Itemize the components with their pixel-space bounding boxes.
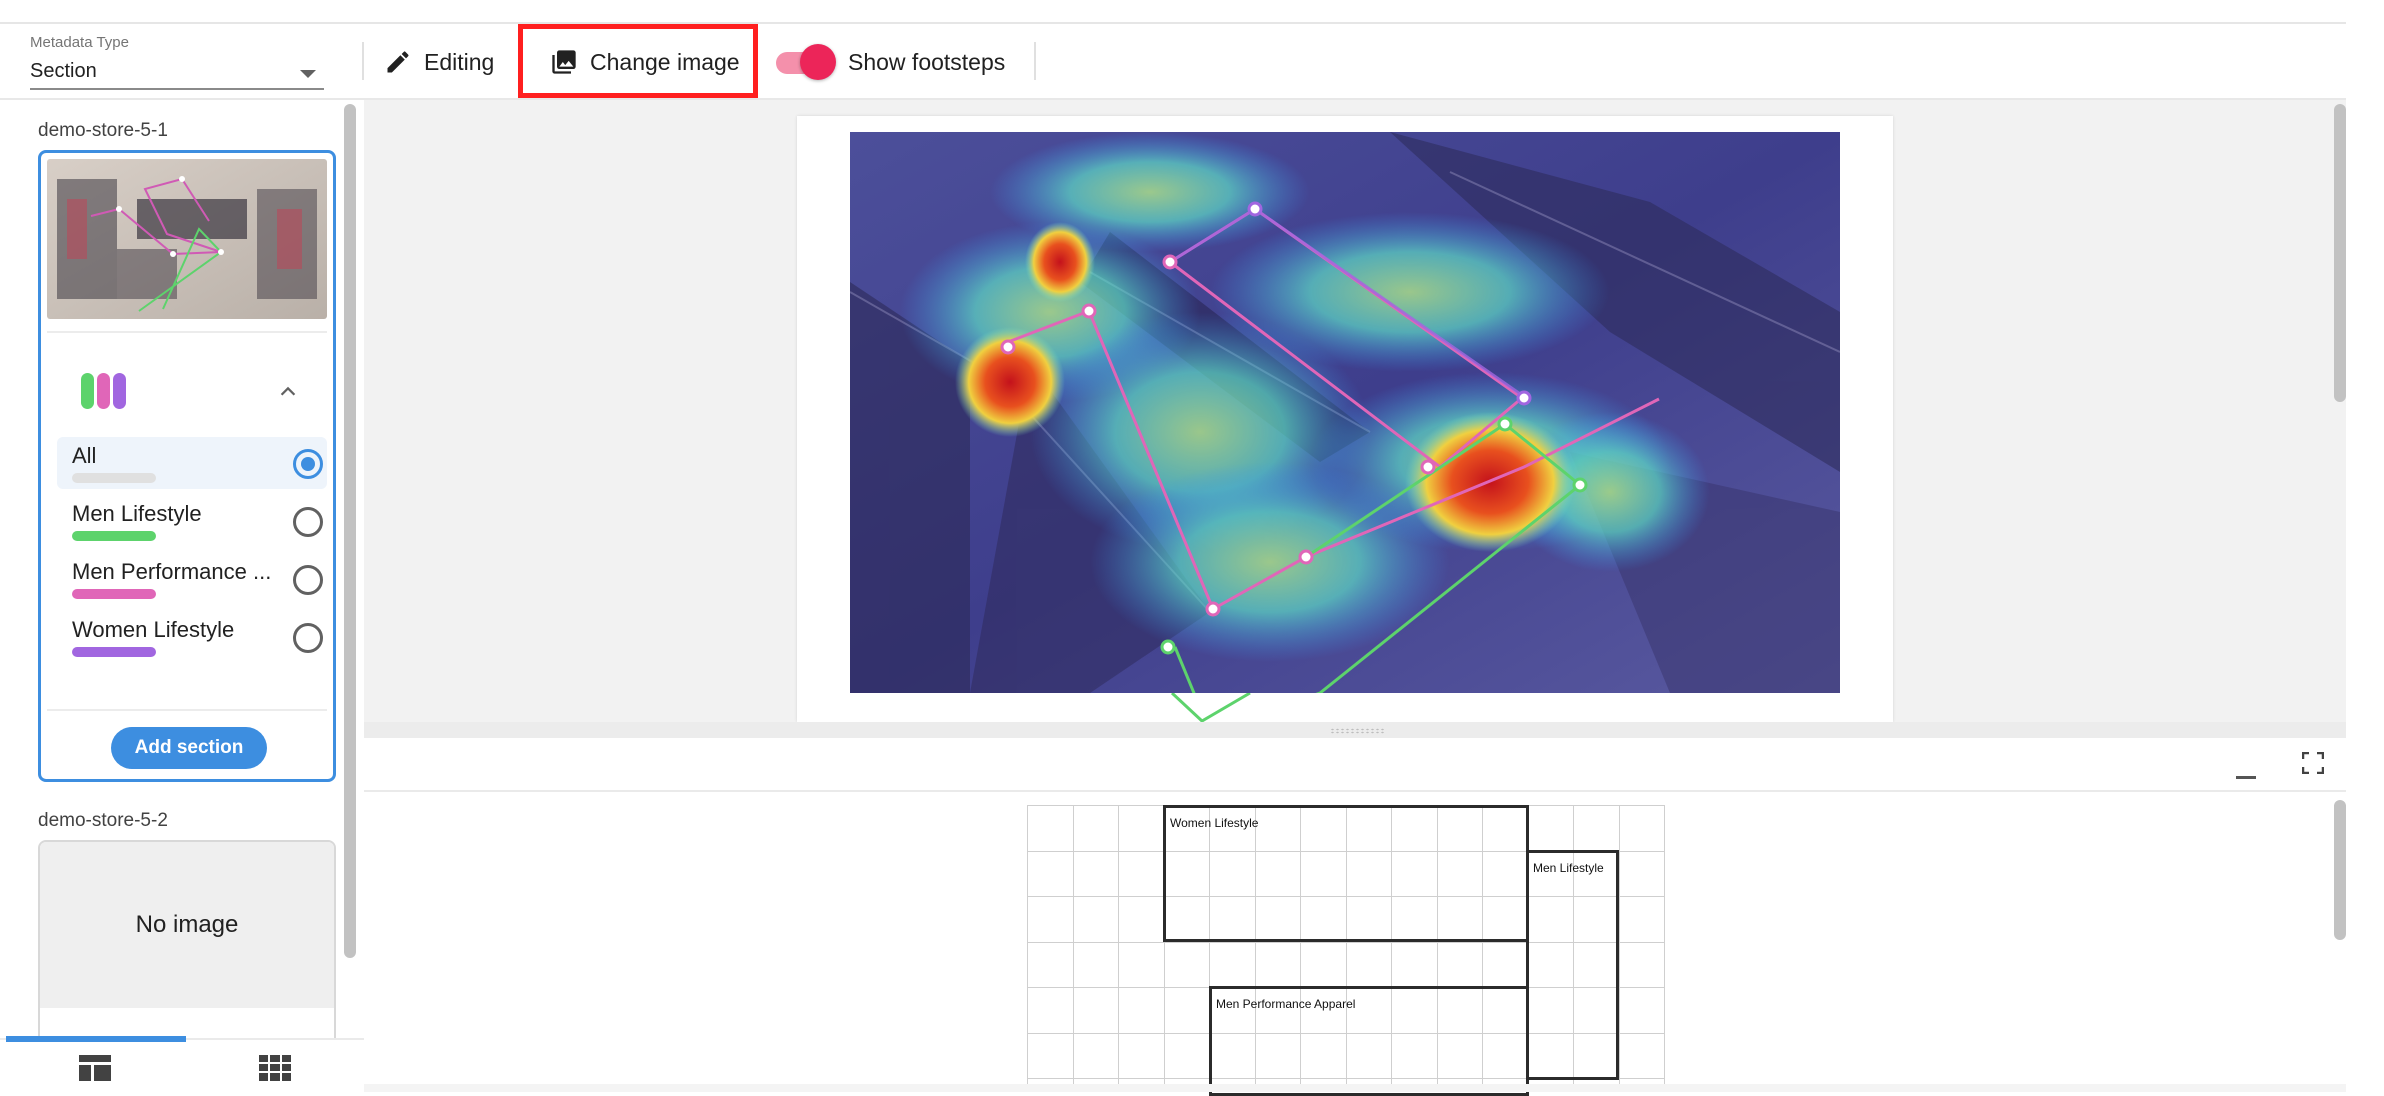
zone-label: Men Performance Apparel (1216, 997, 1356, 1011)
active-tab-indicator (6, 1036, 186, 1042)
store-heatmap-image[interactable] (850, 132, 1840, 693)
grid-cell[interactable] (1618, 987, 1665, 1034)
show-footsteps-label: Show footsteps (848, 48, 1006, 75)
floorplan-panel-header (364, 738, 2346, 792)
splitter-grip-icon[interactable] (1330, 728, 1386, 734)
store-thumbnail[interactable] (47, 159, 327, 319)
zone-men-performance-apparel[interactable]: Men Performance Apparel (1209, 986, 1529, 1096)
grid-cell[interactable] (1118, 805, 1165, 852)
section-color-bar (72, 473, 156, 483)
grid-cell[interactable] (1163, 941, 1210, 988)
editor-scrollbar[interactable] (2334, 104, 2346, 402)
floorplan-scrollbar[interactable] (2334, 800, 2346, 940)
dropdown-caret-icon (300, 70, 316, 78)
grid-cell[interactable] (1072, 805, 1119, 852)
section-color-bar (72, 647, 156, 657)
store-card-selected[interactable]: All Men Lifestyle Men Performance ... Wo… (38, 150, 336, 782)
grid-cell[interactable] (1072, 987, 1119, 1034)
section-radio[interactable] (293, 565, 323, 595)
grid-cell[interactable] (1072, 1032, 1119, 1079)
fullscreen-icon[interactable] (2302, 752, 2324, 774)
grid-cell[interactable] (1027, 1032, 1074, 1079)
metadata-type-label: Metadata Type (30, 34, 129, 51)
toolbar: Metadata Type Section Editing Change ima… (0, 24, 2346, 100)
grid-cell[interactable] (1027, 941, 1074, 988)
metadata-type-value: Section (30, 60, 97, 82)
zone-men-lifestyle[interactable]: Men Lifestyle (1526, 850, 1619, 1080)
add-section-button[interactable]: Add section (111, 727, 267, 769)
toolbar-separator (1034, 42, 1036, 80)
grid-cell[interactable] (1391, 941, 1438, 988)
no-image-placeholder: No image (40, 842, 334, 1008)
grid-cell[interactable] (1118, 941, 1165, 988)
grid-view-icon[interactable] (258, 1054, 292, 1082)
section-radio[interactable] (293, 507, 323, 537)
minimize-icon[interactable] (2236, 776, 2256, 779)
image-icon (552, 50, 576, 74)
grid-cell[interactable] (1027, 850, 1074, 897)
zone-women-lifestyle[interactable]: Women Lifestyle (1163, 805, 1529, 942)
grid-cell[interactable] (1345, 941, 1392, 988)
view-switcher (0, 1036, 364, 1092)
section-label: Men Lifestyle (72, 501, 202, 526)
section-color-swatches (81, 373, 126, 409)
toggle-knob (800, 44, 836, 80)
grid-cell[interactable] (1618, 1032, 1665, 1079)
section-label: Women Lifestyle (72, 617, 235, 642)
grid-cell[interactable] (1118, 850, 1165, 897)
section-label: Men Performance ... (72, 559, 272, 584)
grid-cell[interactable] (1072, 941, 1119, 988)
grid-cell[interactable] (1163, 1032, 1210, 1079)
grid-cell[interactable] (1118, 987, 1165, 1034)
change-image-label: Change image (590, 48, 740, 75)
grid-cell[interactable] (1436, 941, 1483, 988)
list-view-icon[interactable] (78, 1054, 112, 1082)
grid-cell[interactable] (1027, 896, 1074, 943)
card-divider (47, 331, 327, 333)
section-item-all[interactable]: All (57, 437, 327, 489)
grid-cell[interactable] (1482, 941, 1529, 988)
grid-cell[interactable] (1618, 941, 1665, 988)
section-color-bar (72, 589, 156, 599)
zone-label: Men Lifestyle (1533, 861, 1604, 875)
grid-cell[interactable] (1118, 896, 1165, 943)
section-item-men-lifestyle[interactable]: Men Lifestyle (57, 495, 327, 547)
store-name: demo-store-5-1 (38, 120, 168, 141)
grid-cell[interactable] (1027, 805, 1074, 852)
section-item-men-performance[interactable]: Men Performance ... (57, 553, 327, 605)
grid-cell[interactable] (1527, 805, 1574, 852)
grid-cell[interactable] (1118, 1032, 1165, 1079)
grid-cell[interactable] (1072, 896, 1119, 943)
section-radio[interactable] (293, 449, 323, 479)
grid-cell[interactable] (1072, 850, 1119, 897)
grid-cell[interactable] (1618, 896, 1665, 943)
polygon-overflow-lines (1170, 693, 1251, 723)
grid-cell[interactable] (1209, 941, 1256, 988)
metadata-type-select[interactable]: Metadata Type Section (30, 30, 324, 90)
grid-cell[interactable] (1618, 850, 1665, 897)
grid-cell[interactable] (1254, 941, 1301, 988)
pencil-icon (387, 51, 409, 73)
section-label: All (72, 443, 97, 468)
change-image-button[interactable]: Change image (550, 24, 740, 100)
store-card[interactable]: No image (38, 840, 336, 1050)
store-list-scrollbar[interactable] (344, 104, 356, 958)
horizontal-scrollbar[interactable] (364, 1084, 2346, 1092)
toolbar-separator (362, 42, 364, 80)
grid-cell[interactable] (1163, 987, 1210, 1034)
editing-label: Editing (424, 48, 495, 75)
show-footsteps-toggle[interactable] (776, 44, 836, 80)
section-item-women-lifestyle[interactable]: Women Lifestyle (57, 611, 327, 663)
grid-cell[interactable] (1618, 805, 1665, 852)
card-divider (47, 709, 327, 711)
section-radio[interactable] (293, 623, 323, 653)
grid-cell[interactable] (1027, 987, 1074, 1034)
grid-cell[interactable] (1573, 805, 1620, 852)
store-name: demo-store-5-2 (38, 810, 168, 831)
zone-label: Women Lifestyle (1170, 816, 1259, 830)
grid-cell[interactable] (1300, 941, 1347, 988)
chevron-up-icon[interactable] (277, 381, 299, 403)
editing-button[interactable]: Editing (384, 24, 494, 100)
section-color-bar (72, 531, 156, 541)
